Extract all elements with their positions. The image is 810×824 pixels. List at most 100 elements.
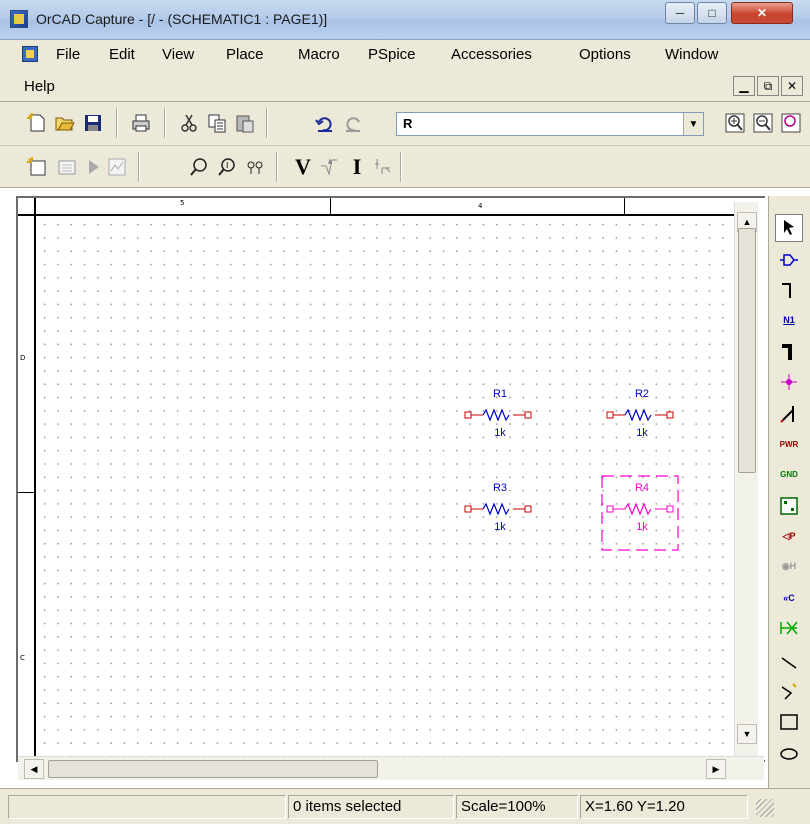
- ruler-label-d: D: [20, 354, 26, 362]
- place-ground-icon: GND: [780, 469, 798, 479]
- restore-icon: ⧉: [763, 78, 773, 93]
- place-power-button[interactable]: PWR: [775, 430, 803, 458]
- doc-close-button[interactable]: ✕: [781, 76, 803, 96]
- place-bus-icon: [782, 344, 792, 360]
- view-results-button[interactable]: [104, 154, 130, 180]
- menu-pspice[interactable]: PSpice: [368, 46, 416, 63]
- orcad-app-icon[interactable]: [10, 10, 28, 28]
- place-bus-button[interactable]: [775, 338, 803, 366]
- menu-help[interactable]: Help: [24, 78, 55, 95]
- bias-button[interactable]: [242, 154, 268, 180]
- schematic-canvas[interactable]: 5 4 D C R1 1k R2 1k R3 1k R4 1k: [16, 196, 765, 762]
- copy-button[interactable]: [204, 110, 230, 136]
- place-rectangle-button[interactable]: [775, 708, 803, 736]
- cut-button[interactable]: [176, 110, 202, 136]
- probe2-button[interactable]: I: [214, 154, 240, 180]
- open-button[interactable]: [52, 110, 78, 136]
- place-line-button[interactable]: [775, 648, 803, 676]
- ruler-label-4: 4: [478, 202, 483, 210]
- resistor-icon: [606, 408, 674, 422]
- menu-accessories[interactable]: Accessories: [451, 46, 532, 63]
- horizontal-scroll-thumb[interactable]: [48, 760, 378, 778]
- power-marker-button[interactable]: [370, 154, 396, 180]
- doc-restore-button[interactable]: ⧉: [757, 76, 779, 96]
- select-tool-button[interactable]: [775, 214, 803, 242]
- edit-simulation-button[interactable]: [54, 154, 80, 180]
- draw-tool-palette: N1 PWR GND ◁P ◉H «C: [768, 196, 810, 792]
- part-combo-box[interactable]: R ▼: [396, 112, 704, 136]
- print-button[interactable]: [128, 110, 154, 136]
- run-button[interactable]: [80, 154, 106, 180]
- resize-grip-icon[interactable]: [756, 799, 774, 817]
- place-hierarchical-block-button[interactable]: [775, 492, 803, 520]
- new-simulation-button[interactable]: [24, 154, 50, 180]
- new-simulation-icon: [27, 157, 46, 176]
- redo-button[interactable]: [340, 110, 366, 136]
- ruler-label-c: C: [20, 654, 25, 662]
- save-button[interactable]: [80, 110, 106, 136]
- place-polyline-button[interactable]: [775, 678, 803, 706]
- scroll-right-button[interactable]: ▶: [706, 759, 726, 779]
- menu-options[interactable]: Options: [579, 46, 631, 63]
- resistor-r4-selected[interactable]: R4 1k: [597, 475, 687, 551]
- status-bar: 0 items selected Scale=100% X=1.60 Y=1.2…: [0, 788, 810, 824]
- place-wire-button[interactable]: [775, 276, 803, 304]
- view-results-icon: [108, 158, 126, 176]
- undo-button[interactable]: [312, 110, 338, 136]
- place-off-page-connector-icon: «C: [783, 593, 795, 603]
- place-net-alias-button[interactable]: N1: [775, 306, 803, 334]
- menu-window[interactable]: Window: [665, 46, 718, 63]
- current-marker-button[interactable]: I: [344, 154, 370, 180]
- zoom-out-button[interactable]: [750, 110, 776, 136]
- place-junction-button[interactable]: [775, 368, 803, 396]
- menu-edit[interactable]: Edit: [109, 46, 135, 63]
- resistor-r3[interactable]: R3 1k: [455, 482, 545, 544]
- part-value: 1k: [494, 427, 506, 439]
- left-border-ruler: D C: [18, 198, 36, 758]
- resistor-r1[interactable]: R1 1k: [455, 388, 545, 450]
- place-part-button[interactable]: [775, 246, 803, 274]
- arrow-down-icon: ▼: [742, 729, 752, 739]
- power-marker-icon: [375, 159, 391, 174]
- place-pin-button[interactable]: ◉H: [775, 552, 803, 580]
- place-bus-entry-icon: [780, 406, 794, 423]
- scroll-down-button[interactable]: ▼: [737, 724, 757, 744]
- place-ground-button[interactable]: GND: [775, 460, 803, 488]
- main-toolbar: R ▼: [0, 102, 810, 146]
- voltage-marker-button[interactable]: V: [290, 154, 316, 180]
- place-ellipse-button[interactable]: [775, 740, 803, 768]
- vertical-scrollbar[interactable]: ▲ ▼: [734, 202, 758, 758]
- menu-view[interactable]: View: [162, 46, 194, 63]
- new-button[interactable]: [24, 110, 50, 136]
- zoom-area-button[interactable]: [778, 110, 804, 136]
- ruler-label-5: 5: [180, 199, 185, 207]
- close-button[interactable]: ✕: [731, 2, 793, 24]
- place-bus-entry-button[interactable]: [775, 400, 803, 428]
- vertical-scroll-thumb[interactable]: [738, 228, 756, 473]
- document-icon[interactable]: [22, 46, 38, 62]
- redo-icon: [346, 117, 360, 132]
- save-icon: [85, 115, 101, 131]
- place-off-page-connector-button[interactable]: «C: [775, 584, 803, 612]
- place-port-button[interactable]: ◁P: [775, 522, 803, 550]
- paste-button[interactable]: [232, 110, 258, 136]
- place-part-icon: [780, 254, 798, 266]
- place-no-connect-button[interactable]: [775, 614, 803, 642]
- minimize-icon: ▁: [739, 79, 749, 93]
- part-value: 1k: [494, 521, 506, 533]
- edit-simulation-icon: [58, 160, 76, 175]
- chevron-down-icon[interactable]: ▼: [683, 113, 703, 135]
- horizontal-scrollbar[interactable]: ◀ ▶: [18, 756, 764, 780]
- minimize-button[interactable]: ─: [665, 2, 695, 24]
- resistor-r2[interactable]: R2 1k: [597, 388, 687, 450]
- voltage-diff-marker-button[interactable]: [316, 154, 342, 180]
- zoom-in-button[interactable]: [722, 110, 748, 136]
- scroll-left-button[interactable]: ◀: [24, 759, 44, 779]
- doc-minimize-button[interactable]: ▁: [733, 76, 755, 96]
- menu-macro[interactable]: Macro: [298, 46, 340, 63]
- menu-place[interactable]: Place: [226, 46, 264, 63]
- probe-button[interactable]: [186, 154, 212, 180]
- menu-file[interactable]: File: [56, 46, 80, 63]
- maximize-button[interactable]: □: [697, 2, 727, 24]
- part-reference: R3: [492, 482, 508, 494]
